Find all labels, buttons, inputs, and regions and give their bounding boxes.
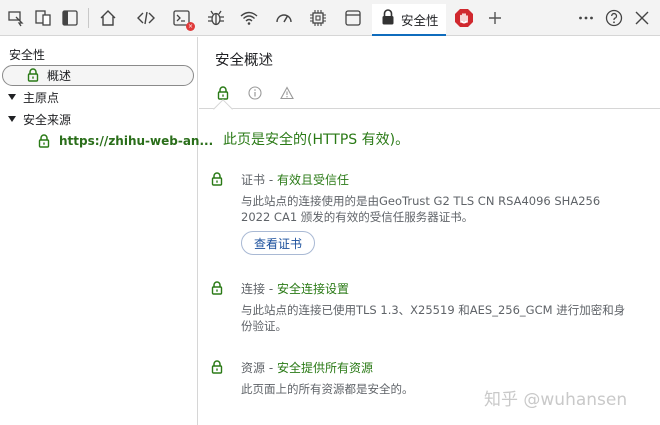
- sources-icon[interactable]: [204, 6, 228, 30]
- connection-description: 与此站点的连接已使用TLS 1.3、X25519 和AES_256_GCM 进行…: [241, 303, 626, 333]
- network-icon[interactable]: [237, 6, 261, 30]
- add-tab-icon[interactable]: [483, 6, 507, 30]
- resources-label: 资源: [241, 361, 266, 375]
- devtools-toolbar: × 安全性: [0, 0, 660, 36]
- page-title: 安全概述: [215, 53, 273, 69]
- elements-icon[interactable]: [134, 6, 158, 30]
- sidebar-item-overview-label: 概述: [47, 68, 72, 83]
- origin-lock-icon: [38, 134, 50, 148]
- warning-icon: [280, 86, 294, 100]
- certificate-section: 证书 - 有效且受信任 与此站点的连接使用的是由GeoTrust G2 TLS …: [211, 171, 651, 261]
- resources-status: 安全提供所有资源: [276, 361, 373, 375]
- toolbar-separator: [88, 8, 89, 28]
- certificate-lock-icon: [211, 171, 223, 190]
- console-error-badge: ×: [186, 22, 195, 31]
- secure-lock-icon: [217, 86, 229, 100]
- heading-separator: -: [265, 173, 277, 187]
- resources-heading: 资源 - 安全提供所有资源: [241, 359, 373, 376]
- security-sidebar: 安全性 概述 主原点 安全来源 https://zhihu-web-an...: [0, 37, 213, 425]
- info-icon: [248, 86, 262, 100]
- sidebar-item-origin[interactable]: https://zhihu-web-an...: [38, 131, 213, 151]
- sidebar-item-main-origin-label: 主原点: [23, 90, 60, 105]
- expand-triangle-icon: [8, 116, 16, 122]
- certificate-status: 有效且受信任: [276, 173, 349, 187]
- certificate-heading: 证书 - 有效且受信任: [241, 171, 349, 188]
- welcome-icon[interactable]: [96, 6, 120, 30]
- security-tab-lock-icon: [380, 8, 396, 30]
- sidebar-item-secure-origins[interactable]: 安全来源: [8, 109, 71, 129]
- overview-lock-icon: [27, 68, 39, 82]
- device-toggle-icon[interactable]: [4, 6, 28, 30]
- dock-icon[interactable]: [31, 6, 55, 30]
- security-overview-panel: 安全概述 此页是安全的(HTTPS 有效)。 证书 - 有效且受信任 与此站点的…: [199, 37, 660, 425]
- heading-separator: -: [265, 282, 277, 296]
- connection-heading: 连接 - 安全连接设置: [241, 280, 349, 297]
- help-icon[interactable]: [602, 6, 626, 30]
- connection-section: 连接 - 安全连接设置 与此站点的连接已使用TLS 1.3、X25519 和AE…: [211, 280, 651, 340]
- close-icon[interactable]: [630, 6, 654, 30]
- subtab-warning[interactable]: [277, 83, 297, 103]
- sidebar-item-main-origin[interactable]: 主原点: [8, 87, 59, 107]
- tab-security[interactable]: 安全性: [372, 4, 446, 36]
- subtab-info[interactable]: [245, 83, 265, 103]
- certificate-description: 与此站点的连接使用的是由GeoTrust G2 TLS CN RSA4096 S…: [241, 194, 601, 224]
- sidebar-item-overview[interactable]: 概述: [27, 65, 71, 85]
- memory-icon[interactable]: [306, 6, 330, 30]
- connection-label: 连接: [241, 282, 266, 296]
- performance-icon[interactable]: [272, 6, 296, 30]
- application-icon[interactable]: [341, 6, 365, 30]
- connection-lock-icon: [211, 280, 223, 299]
- sidebar-item-secure-origins-label: 安全来源: [23, 112, 72, 127]
- heading-separator: -: [265, 361, 277, 375]
- watermark: 知乎 @wuhansen: [484, 390, 628, 410]
- expand-triangle-icon: [8, 94, 16, 100]
- sidebar-root-label: 安全性: [9, 47, 46, 62]
- more-icon[interactable]: [574, 6, 598, 30]
- sidebar-root-security[interactable]: 安全性: [9, 44, 45, 64]
- resources-lock-icon: [211, 359, 223, 378]
- certificate-label: 证书: [241, 173, 266, 187]
- blocked-extension-icon[interactable]: [452, 6, 476, 30]
- security-headline: 此页是安全的(HTTPS 有效)。: [223, 132, 410, 148]
- overview-subtabs: [199, 77, 660, 109]
- origin-link[interactable]: https://zhihu-web-an...: [59, 134, 213, 148]
- tab-security-label: 安全性: [401, 12, 439, 28]
- connection-status: 安全连接设置: [276, 282, 349, 296]
- view-certificate-button[interactable]: 查看证书: [241, 231, 315, 255]
- sidebar-toggle-icon[interactable]: [58, 6, 82, 30]
